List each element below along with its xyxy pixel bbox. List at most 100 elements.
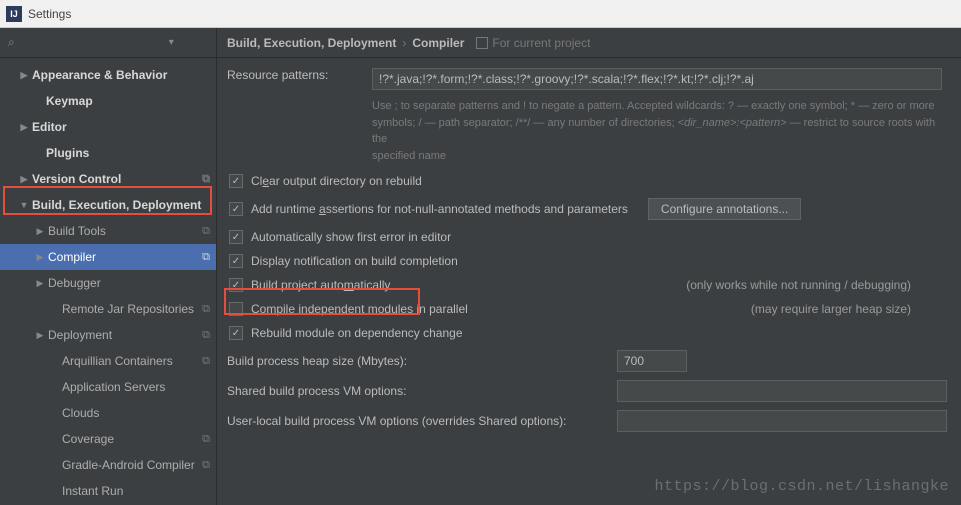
sidebar-item-label: Version Control (32, 172, 121, 186)
check-row: Rebuild module on dependency change (227, 326, 951, 340)
sidebar-item[interactable]: Arquillian Containers ⧉ (0, 348, 216, 374)
sidebar-item[interactable]: Clouds (0, 400, 216, 426)
search-icon: ⌕ (8, 35, 15, 50)
checkbox[interactable] (229, 174, 243, 188)
chevron-right-icon[interactable]: ▶ (34, 252, 46, 263)
window-title: Settings (28, 7, 71, 21)
checkbox-label[interactable]: Rebuild module on dependency change (251, 326, 463, 340)
user-vm-input[interactable] (617, 410, 947, 432)
sidebar-item-label: Instant Run (62, 484, 123, 498)
checkbox-label[interactable]: Add runtime assertions for not-null-anno… (251, 202, 628, 216)
shared-vm-input[interactable] (617, 380, 947, 402)
chevron-right-icon[interactable]: ▶ (34, 330, 46, 341)
check-row: Clear output directory on rebuild (227, 174, 951, 188)
checkbox[interactable] (229, 278, 243, 292)
check-row: Compile independent modules in parallel (… (227, 302, 951, 316)
checks: Clear output directory on rebuild Add run… (227, 174, 951, 340)
scope-icon (476, 37, 488, 49)
form: Resource patterns: Use ; to separate pat… (217, 58, 961, 432)
checkbox-label[interactable]: Compile independent modules in parallel (251, 302, 468, 316)
sidebar-item[interactable]: Keymap (0, 88, 216, 114)
sidebar-item[interactable]: Remote Jar Repositories⧉ (0, 296, 216, 322)
chevron-right-icon[interactable]: ▶ (34, 226, 46, 237)
checkbox[interactable] (229, 230, 243, 244)
search-row[interactable]: ⌕ ▾ (0, 28, 216, 58)
configure-annotations-button[interactable]: Configure annotations... (648, 198, 801, 220)
sidebar-item-label: Application Servers (62, 380, 165, 394)
chevron-down-icon[interactable]: ▾ (169, 37, 174, 48)
app-icon: IJ (6, 6, 22, 22)
sidebar-item-label: Deployment (48, 328, 112, 342)
search-input[interactable] (19, 36, 169, 50)
copy-icon: ⧉ (202, 459, 210, 472)
copy-icon: ⧉ (202, 225, 210, 238)
sidebar-item[interactable]: ▶Editor (0, 114, 216, 140)
resource-patterns-label: Resource patterns: (227, 68, 372, 82)
sidebar-item-label: Build, Execution, Deployment (32, 198, 201, 212)
row-user-vm: User-local build process VM options (ove… (227, 410, 951, 432)
scope-label: For current project (476, 36, 590, 50)
checkbox[interactable] (229, 202, 243, 216)
check-row: Display notification on build completion (227, 254, 951, 268)
breadcrumb-sep: › (402, 36, 406, 50)
chevron-right-icon[interactable]: ▶ (34, 278, 46, 289)
sidebar-item-label: Editor (32, 120, 67, 134)
sidebar-item[interactable]: Gradle-Android Compiler⧉ (0, 452, 216, 478)
sidebar-item[interactable]: ▶Debugger (0, 270, 216, 296)
patterns-hint: Use ; to separate patterns and ! to nega… (372, 98, 951, 164)
chevron-right-icon[interactable]: ▶ (18, 122, 30, 133)
breadcrumb-leaf: Compiler (412, 36, 464, 50)
sidebar-item-label: Debugger (48, 276, 101, 290)
sidebar-item[interactable]: Application Servers (0, 374, 216, 400)
sidebar-item-label: Keymap (46, 94, 93, 108)
sidebar-item[interactable]: ▶Version Control ⧉ (0, 166, 216, 192)
titlebar: IJ Settings (0, 0, 961, 28)
checkbox[interactable] (229, 302, 243, 316)
sidebar-item[interactable]: Coverage ⧉ (0, 426, 216, 452)
heap-input[interactable] (617, 350, 687, 372)
checkbox-label[interactable]: Clear output directory on rebuild (251, 174, 422, 188)
sidebar-item-label: Appearance & Behavior (32, 68, 167, 82)
sidebar-item[interactable]: Instant Run (0, 478, 216, 504)
sidebar-item-label: Compiler (48, 250, 96, 264)
chevron-right-icon[interactable]: ▶ (18, 174, 30, 185)
row-heap: Build process heap size (Mbytes): (227, 350, 951, 372)
sidebar-item-label: Arquillian Containers (62, 354, 173, 368)
sidebar-item[interactable]: ▶Build Tools ⧉ (0, 218, 216, 244)
copy-icon: ⧉ (202, 433, 210, 446)
copy-icon: ⧉ (202, 173, 210, 186)
watermark: https://blog.csdn.net/lishangke (654, 478, 949, 495)
copy-icon: ⧉ (202, 303, 210, 316)
resource-patterns-input[interactable] (372, 68, 942, 90)
row-resource-patterns: Resource patterns: (227, 68, 951, 90)
sidebar-item-label: Build Tools (48, 224, 106, 238)
sidebar-item-label: Coverage (62, 432, 114, 446)
checkbox-label[interactable]: Automatically show first error in editor (251, 230, 451, 244)
sidebar-item-label: Plugins (46, 146, 89, 160)
check-row: Automatically show first error in editor (227, 230, 951, 244)
sidebar-item[interactable]: ▶Appearance & Behavior (0, 62, 216, 88)
copy-icon: ⧉ (202, 355, 210, 368)
copy-icon: ⧉ (202, 329, 210, 342)
content: Build, Execution, Deployment › Compiler … (217, 28, 961, 505)
check-note: (may require larger heap size) (751, 302, 951, 316)
sidebar: ⌕ ▾ ▶Appearance & BehaviorKeymap▶EditorP… (0, 28, 217, 505)
sidebar-item[interactable]: ▶Deployment ⧉ (0, 322, 216, 348)
copy-icon: ⧉ (202, 251, 210, 264)
checkbox-label[interactable]: Build project automatically (251, 278, 390, 292)
chevron-right-icon[interactable]: ▶ (18, 70, 30, 81)
sidebar-item-label: Clouds (62, 406, 99, 420)
main: ⌕ ▾ ▶Appearance & BehaviorKeymap▶EditorP… (0, 28, 961, 505)
checkbox-label[interactable]: Display notification on build completion (251, 254, 458, 268)
checkbox[interactable] (229, 326, 243, 340)
heap-label: Build process heap size (Mbytes): (227, 354, 617, 368)
breadcrumb-root[interactable]: Build, Execution, Deployment (227, 36, 396, 50)
tree: ▶Appearance & BehaviorKeymap▶EditorPlugi… (0, 58, 216, 505)
sidebar-item[interactable]: ▶Compiler ⧉ (0, 244, 216, 270)
shared-vm-label: Shared build process VM options: (227, 384, 617, 398)
check-row: Add runtime assertions for not-null-anno… (227, 198, 951, 220)
sidebar-item[interactable]: Plugins (0, 140, 216, 166)
sidebar-item[interactable]: ▼Build, Execution, Deployment (0, 192, 216, 218)
chevron-down-icon[interactable]: ▼ (18, 200, 30, 210)
checkbox[interactable] (229, 254, 243, 268)
